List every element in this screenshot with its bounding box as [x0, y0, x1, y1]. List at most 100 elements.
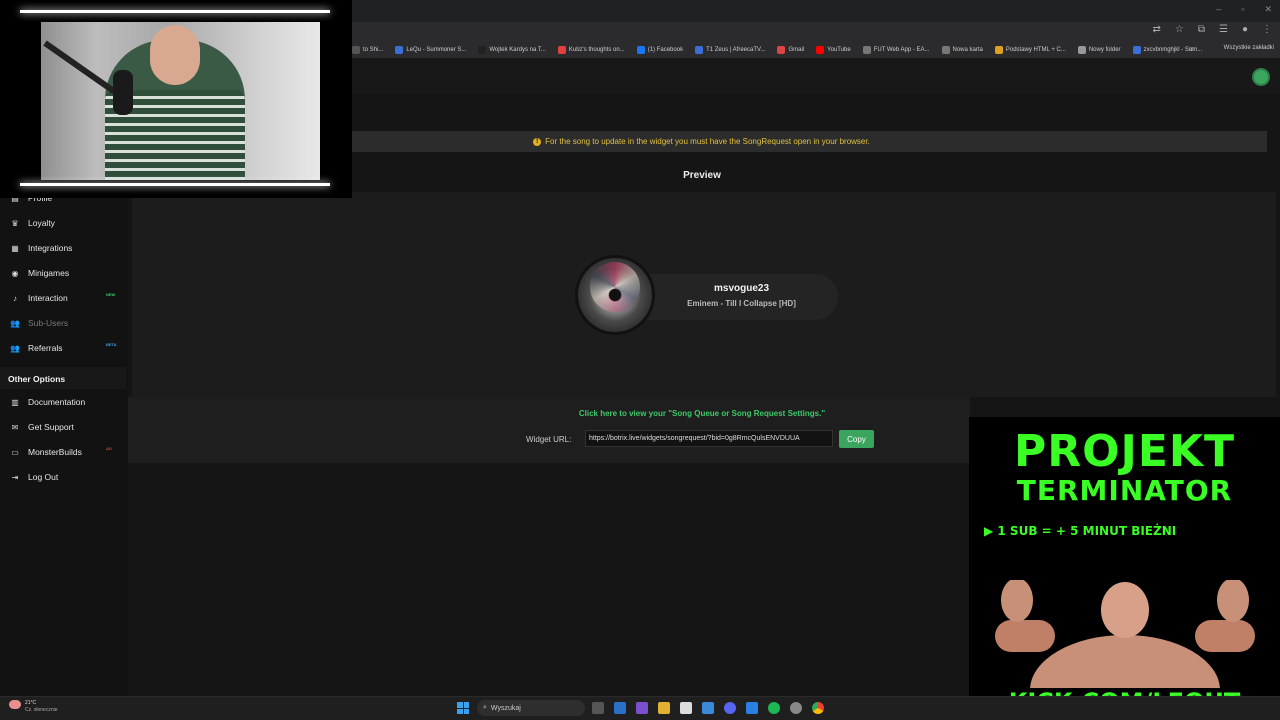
discord-icon[interactable] — [724, 702, 736, 714]
menu-icon[interactable]: ☰ — [1219, 24, 1228, 35]
logout-icon: ⇥ — [11, 472, 19, 482]
minimize-icon[interactable]: – — [1216, 4, 1221, 15]
profile-icon[interactable]: ● — [1242, 24, 1248, 35]
bookmark-favicon-icon — [862, 46, 871, 54]
address-bar[interactable] — [352, 22, 1280, 42]
widget-url-field[interactable]: https://botrix.live/widgets/songrequest/… — [585, 430, 833, 447]
bookmark-item[interactable]: (1) Facebook — [636, 46, 684, 54]
sidebar-item-label: Loyalty — [28, 218, 55, 228]
bookmark-item[interactable]: to Shi... — [352, 46, 383, 54]
star-icon[interactable]: ☆ — [1175, 24, 1184, 35]
other-options-title: Other Options — [8, 374, 66, 384]
sidebar-item-interaction[interactable]: ♪ Interaction NEW — [0, 287, 128, 309]
app-icon-3[interactable] — [790, 702, 802, 714]
bookmark-item[interactable]: Podstawy HTML + C... — [994, 46, 1066, 54]
bookmark-label: Kubz's thoughts on... — [568, 47, 625, 53]
file-explorer-icon[interactable] — [658, 702, 670, 714]
extensions-icon[interactable]: ⧉ — [1198, 24, 1205, 35]
weather-icon[interactable] — [9, 700, 21, 709]
task-view-icon[interactable] — [592, 702, 604, 714]
more-icon[interactable]: ⋮ — [1262, 24, 1272, 35]
disc-hole — [609, 289, 621, 301]
bookmark-label: Podstawy HTML + C... — [1005, 47, 1066, 53]
song-requester: msvogue23 — [713, 283, 770, 294]
bookmark-item[interactable]: Kubz's thoughts on... — [557, 46, 625, 54]
bookmark-item[interactable]: Wojtek Kardys na T... — [478, 46, 546, 54]
translate-icon[interactable]: ⇄ — [1152, 24, 1160, 35]
taskbar-search[interactable]: ⌕ Wyszukaj — [477, 700, 585, 716]
bookmarks-bar: to Shi... LeQu - Summoner S... Wojtek Kard… — [352, 42, 1280, 58]
promo-line-2: TERMINATOR — [1016, 474, 1233, 507]
bookmark-favicon-icon — [816, 46, 825, 54]
chrome-icon[interactable] — [812, 702, 824, 714]
sidebar-item-integrations[interactable]: ▦ Integrations — [0, 237, 128, 259]
copy-button[interactable]: Copy — [839, 430, 874, 448]
bookmark-item[interactable]: Nowy folder — [1077, 46, 1121, 54]
weather-desc[interactable]: Cz. słonecznie — [25, 707, 58, 713]
sidebar-item-sub-users[interactable]: 👥 Sub-Users — [0, 312, 128, 334]
sidebar-item-minigames[interactable]: ◉ Minigames — [0, 262, 128, 284]
sidebar-item-label: Documentation — [28, 397, 86, 407]
sidebar-item-label: Sub-Users — [28, 318, 69, 328]
promo-line-3-text: 1 SUB = + 5 MINUT BIEŻNI — [997, 524, 1177, 538]
alert-text: For the song to update in the widget you… — [545, 137, 870, 146]
sidebar-item-monsterbuilds[interactable]: ▭ MonsterBuilds AD — [0, 441, 128, 463]
bookmark-item[interactable]: YouTube — [816, 46, 851, 54]
music-icon: ♪ — [13, 293, 17, 303]
sidebar-tag: BETA — [106, 342, 117, 347]
sidebar-item-loyalty[interactable]: ♛ Loyalty — [0, 212, 128, 234]
doc-icon: ▥ — [11, 397, 19, 407]
bookmark-item[interactable]: Nowa karta — [941, 46, 983, 54]
widget-url-label: Widget URL: — [526, 435, 572, 444]
copilot-icon[interactable] — [636, 702, 648, 714]
bookmark-favicon-icon — [777, 46, 786, 54]
weather-temp[interactable]: 21°C — [25, 700, 36, 706]
sidebar-item-label: Referrals — [28, 343, 63, 353]
bookmark-favicon-icon — [695, 46, 704, 54]
sidebar-item-log-out[interactable]: ⇥ Log Out — [0, 466, 128, 488]
microphone-icon — [113, 70, 133, 115]
bookmark-label: (1) Facebook — [647, 47, 684, 53]
bookmark-label: to Shi... — [363, 47, 384, 53]
address-bar-icons: ⇄ ☆ ⧉ ☰ ● ⋮ — [1152, 24, 1272, 35]
promo-line-3: ▶ 1 SUB = + 5 MINUT BIEŻNI — [984, 524, 1176, 538]
bookmark-label: T1 Zeus | AfreecaTV... — [706, 47, 766, 53]
bookmark-item[interactable]: Gmail — [777, 46, 804, 54]
app-icon[interactable] — [702, 702, 714, 714]
maximize-icon[interactable]: ▫ — [1241, 4, 1244, 15]
play-icon: ▶ — [984, 524, 998, 538]
bookmarks-overflow-icon[interactable]: » — [1190, 44, 1194, 53]
store-icon[interactable] — [680, 702, 692, 714]
bodybuilder-image — [995, 580, 1255, 688]
bookmark-favicon-icon — [636, 46, 645, 54]
sidebar-item-documentation[interactable]: ▥ Documentation — [0, 391, 128, 413]
spotify-icon[interactable] — [768, 702, 780, 714]
bookmark-favicon-icon — [352, 46, 360, 54]
bookmark-label: FUT Web App - EA... — [873, 47, 930, 53]
bookmark-item[interactable]: T1 Zeus | AfreecaTV... — [695, 46, 765, 54]
sidebar-tag: NEW — [106, 292, 116, 297]
sidebar-item-label: Log Out — [28, 472, 59, 482]
bookmark-favicon-icon — [557, 46, 566, 54]
users-icon: 👥 — [10, 318, 20, 328]
bookmark-favicon-icon — [941, 46, 950, 54]
bookmark-favicon-icon — [1132, 46, 1141, 54]
app-icon-2[interactable] — [746, 702, 758, 714]
mail-icon: ✉ — [11, 422, 19, 432]
windows-start-icon[interactable] — [457, 702, 469, 714]
bookmark-label: LeQu - Summoner S... — [406, 47, 467, 53]
sidebar-item-referrals[interactable]: 👥 Referrals BETA — [0, 337, 128, 359]
bookmark-item[interactable]: LeQu - Summoner S... — [395, 46, 466, 54]
outlook-icon[interactable] — [614, 702, 626, 714]
users-icon: 👥 — [10, 343, 20, 353]
user-avatar[interactable] — [1252, 68, 1270, 86]
bookmark-favicon-icon — [478, 46, 487, 54]
gamepad-icon: ◉ — [11, 268, 19, 278]
sidebar-item-get-support[interactable]: ✉ Get Support — [0, 416, 128, 438]
all-bookmarks[interactable]: Wszystkie zakładki — [1224, 45, 1274, 51]
close-icon[interactable]: ✕ — [1264, 4, 1272, 15]
bookmark-label: Nowa karta — [952, 47, 983, 53]
search-icon: ⌕ — [483, 704, 487, 711]
bookmark-item[interactable]: FUT Web App - EA... — [862, 46, 930, 54]
sidebar-item-label: Get Support — [28, 422, 74, 432]
